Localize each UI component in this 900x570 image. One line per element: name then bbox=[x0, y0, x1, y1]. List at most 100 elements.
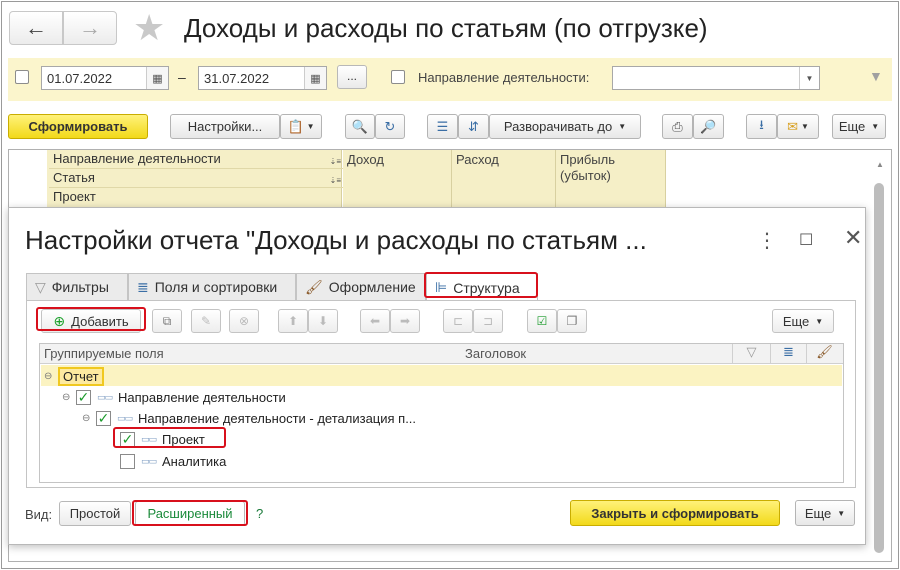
report-header-dimension: Проект bbox=[49, 188, 344, 207]
clipboard-icon: 📋 bbox=[287, 118, 304, 134]
header-text: Направление деятельности bbox=[53, 151, 221, 166]
vertical-scrollbar[interactable] bbox=[874, 183, 884, 553]
search-refresh-button[interactable]: ↻ bbox=[375, 114, 405, 139]
date-to-field[interactable]: 31.07.2022 ▦ bbox=[198, 66, 327, 90]
tree-label: Направление деятельности - детализация п… bbox=[138, 410, 417, 426]
move-up-button[interactable]: ⬆ bbox=[278, 309, 308, 333]
chevron-down-icon: ▼ bbox=[800, 122, 809, 131]
tree-row-analytics[interactable]: ▭▭ Аналитика bbox=[120, 451, 226, 471]
selected-row-highlight bbox=[41, 365, 842, 386]
date-dash: – bbox=[178, 69, 186, 85]
chevron-down-icon: ▼ bbox=[306, 122, 315, 131]
tab-appearance[interactable]: 🖌 Оформление bbox=[296, 273, 426, 300]
date-from-field[interactable]: 01.07.2022 ▦ bbox=[41, 66, 169, 90]
tab-filters[interactable]: ▽ Фильтры bbox=[26, 273, 128, 300]
arrow-left-icon: ← bbox=[25, 15, 47, 40]
highlight-extended-view bbox=[132, 500, 248, 526]
more-label: Еще bbox=[782, 313, 810, 329]
checkbox-checked[interactable]: ✓ bbox=[96, 410, 111, 426]
search-refresh-icon: ↻ bbox=[384, 118, 396, 134]
report-header-dimension: Направление деятельности ⇣≡ bbox=[49, 150, 344, 169]
tab-fields-sorting[interactable]: ≣ Поля и сортировки bbox=[128, 273, 296, 300]
move-left-button[interactable]: ⬅ bbox=[360, 309, 390, 333]
select-period-button[interactable]: ... bbox=[337, 65, 367, 89]
chevron-down-icon: ▼ bbox=[815, 316, 824, 326]
tab-label: Поля и сортировки bbox=[154, 279, 278, 295]
more-actions-icon[interactable]: ⋮ bbox=[757, 228, 777, 253]
move-down-button[interactable]: ⬇ bbox=[308, 309, 338, 333]
settings-button[interactable]: Настройки... bbox=[170, 114, 280, 139]
delete-button[interactable]: ⊗ bbox=[229, 309, 259, 333]
edit-button[interactable]: ✎ bbox=[191, 309, 221, 333]
collapse-icon: ☰ bbox=[436, 118, 449, 134]
download-icon: ⭳ bbox=[759, 116, 764, 132]
variant-button[interactable]: 📋 ▼ bbox=[280, 114, 322, 139]
filter-column-icon[interactable]: ▽ bbox=[732, 344, 770, 364]
checkbox-unchecked[interactable] bbox=[120, 453, 135, 469]
chevron-down-icon: ▼ bbox=[837, 508, 846, 518]
activity-select[interactable]: ▼ bbox=[612, 66, 820, 90]
send-email-button[interactable]: ✉ ▼ bbox=[777, 114, 819, 139]
tree-row-activity-detail[interactable]: ⊖ ✓ ▭▭ Направление деятельности - детали… bbox=[82, 408, 416, 428]
maximize-icon[interactable]: ☐ bbox=[799, 230, 813, 250]
tab-label: Оформление bbox=[328, 279, 416, 295]
footer-more-button[interactable]: Еще ▼ bbox=[795, 500, 855, 526]
view-label: Вид: bbox=[25, 507, 53, 522]
star-icon[interactable]: ★ bbox=[133, 8, 165, 48]
group-button[interactable]: ⧉ bbox=[152, 309, 182, 333]
close-icon[interactable]: ✕ bbox=[844, 225, 862, 251]
period-checkbox[interactable] bbox=[15, 70, 29, 84]
structure-more-button[interactable]: Еще ▼ bbox=[772, 309, 834, 333]
collapse-icon[interactable]: ⊖ bbox=[62, 392, 76, 403]
save-button[interactable]: ⭳ bbox=[746, 114, 777, 139]
print-preview-icon: 🔎 bbox=[700, 118, 717, 134]
expand-all-button[interactable]: ⇵ bbox=[458, 114, 489, 139]
calendar-icon[interactable]: ▦ bbox=[304, 67, 326, 89]
move-in-button[interactable]: ⊏ bbox=[443, 309, 473, 333]
check-all-button[interactable]: ☑ bbox=[527, 309, 557, 333]
field-icon: ▭▭ bbox=[117, 412, 133, 423]
close-generate-button[interactable]: Закрыть и сформировать bbox=[570, 500, 780, 526]
print-button[interactable]: ⎙ bbox=[662, 114, 693, 139]
arrow-right-icon: ➡ bbox=[399, 314, 411, 328]
filter-funnel-icon[interactable]: ▼ bbox=[869, 68, 883, 84]
help-link[interactable]: ? bbox=[256, 506, 263, 521]
chevron-down-icon[interactable]: ▼ bbox=[799, 67, 819, 89]
calendar-icon[interactable]: ▦ bbox=[146, 67, 168, 89]
arrow-left-icon: ⬅ bbox=[369, 314, 381, 328]
field-icon: ▭▭ bbox=[141, 455, 157, 466]
collapse-icon[interactable]: ⊖ bbox=[82, 413, 96, 424]
view-simple-button[interactable]: Простой bbox=[59, 501, 131, 526]
collapse-all-button[interactable]: ☰ bbox=[427, 114, 458, 139]
tree-row-activity[interactable]: ⊖ ✓ ▭▭ Направление деятельности bbox=[62, 387, 286, 407]
back-button[interactable]: ← bbox=[9, 11, 63, 45]
nest-icon: ⊏ bbox=[452, 314, 464, 328]
arrow-up-icon: ⬆ bbox=[287, 314, 299, 328]
sort-column-icon[interactable]: ≣ bbox=[770, 344, 806, 364]
scroll-up-icon[interactable]: ▲ bbox=[876, 160, 884, 169]
report-header-profit: Прибыль (убыток) bbox=[556, 150, 666, 208]
tree-label: Направление деятельности bbox=[118, 389, 286, 405]
generate-button[interactable]: Сформировать bbox=[8, 114, 148, 139]
collapse-icon[interactable]: ⊖ bbox=[44, 371, 58, 382]
preview-button[interactable]: 🔎 bbox=[693, 114, 724, 139]
checkbox-checked[interactable]: ✓ bbox=[76, 389, 91, 405]
highlight-structure-tab bbox=[424, 272, 538, 298]
format-column-icon[interactable]: 🖌 bbox=[806, 344, 842, 364]
more-button[interactable]: Еще ▼ bbox=[832, 114, 886, 139]
arrow-down-icon: ⬇ bbox=[317, 314, 329, 328]
expand-icon: ⇵ bbox=[468, 118, 479, 134]
search-button[interactable]: 🔍 bbox=[345, 114, 375, 139]
expand-to-button[interactable]: Разворачивать до ▼ bbox=[489, 114, 641, 139]
column-heading: Заголовок bbox=[465, 346, 527, 361]
activity-checkbox[interactable] bbox=[391, 70, 405, 84]
chevron-down-icon: ▼ bbox=[871, 122, 880, 131]
forward-button[interactable]: → bbox=[63, 11, 117, 45]
column-fields: Группируемые поля bbox=[44, 346, 164, 361]
search-icon: 🔍 bbox=[351, 118, 369, 134]
tree-row-report[interactable]: ⊖ Отчет bbox=[44, 366, 104, 386]
move-out-button[interactable]: ⊐ bbox=[473, 309, 503, 333]
move-right-button[interactable]: ➡ bbox=[390, 309, 420, 333]
uncheck-all-button[interactable]: ❐ bbox=[557, 309, 587, 333]
tree-label: Аналитика bbox=[162, 453, 227, 469]
